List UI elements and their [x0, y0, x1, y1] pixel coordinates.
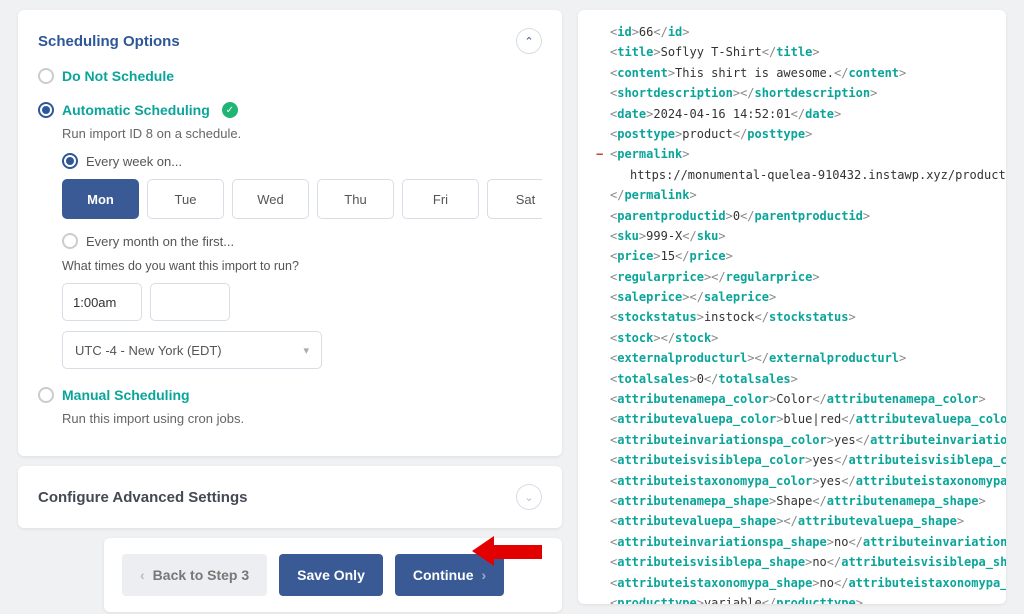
continue-label: Continue [413, 567, 474, 583]
save-only-button[interactable]: Save Only [279, 554, 383, 596]
radio-icon [62, 153, 78, 169]
chevron-down-icon: ▾ [303, 344, 309, 357]
collapse-button[interactable]: ⌃ [516, 28, 542, 54]
day-sat[interactable]: Sat [487, 179, 542, 219]
manual-desc: Run this import using cron jobs. [62, 411, 542, 426]
timezone-value: UTC -4 - New York (EDT) [75, 343, 222, 358]
day-thu[interactable]: Thu [317, 179, 394, 219]
chevron-up-icon: ⌃ [524, 35, 533, 48]
time-input-1[interactable] [62, 283, 142, 321]
chevron-left-icon: ‹ [140, 567, 145, 583]
radio-icon [38, 102, 54, 118]
day-mon[interactable]: Mon [62, 179, 139, 219]
xml-preview: <id>66</id><title>Soflyy T-Shirt</title>… [578, 10, 1006, 604]
radio-icon [62, 233, 78, 249]
day-selector: Mon Tue Wed Thu Fri Sat [62, 179, 542, 219]
every-month-label: Every month on the first... [86, 234, 234, 249]
chevron-right-icon: › [482, 567, 487, 583]
time-input-2[interactable] [150, 283, 230, 321]
day-fri[interactable]: Fri [402, 179, 479, 219]
every-week-label: Every week on... [86, 154, 182, 169]
every-week-option[interactable]: Every week on... [62, 153, 542, 169]
day-tue[interactable]: Tue [147, 179, 224, 219]
timezone-select[interactable]: UTC -4 - New York (EDT) ▾ [62, 331, 322, 369]
save-label: Save Only [297, 567, 365, 583]
automatic-desc: Run import ID 8 on a schedule. [62, 126, 542, 141]
manual-option[interactable]: Manual Scheduling [38, 387, 542, 403]
do-not-schedule-label: Do Not Schedule [62, 68, 174, 84]
checkmark-icon: ✓ [222, 102, 238, 118]
back-button[interactable]: ‹ Back to Step 3 [122, 554, 267, 596]
scheduling-title: Scheduling Options [38, 33, 180, 50]
every-month-option[interactable]: Every month on the first... [62, 233, 542, 249]
back-label: Back to Step 3 [153, 567, 249, 583]
manual-label: Manual Scheduling [62, 387, 190, 403]
radio-icon [38, 68, 54, 84]
time-prompt: What times do you want this import to ru… [62, 259, 542, 273]
automatic-label: Automatic Scheduling [62, 102, 210, 118]
scheduling-options-card: Scheduling Options ⌃ Do Not Schedule Aut… [18, 10, 562, 456]
expand-button[interactable]: ⌄ [516, 484, 542, 510]
advanced-title: Configure Advanced Settings [38, 489, 247, 506]
chevron-down-icon: ⌄ [524, 491, 533, 504]
do-not-schedule-option[interactable]: Do Not Schedule [38, 68, 542, 84]
day-wed[interactable]: Wed [232, 179, 309, 219]
radio-icon [38, 387, 54, 403]
automatic-option[interactable]: Automatic Scheduling ✓ [38, 102, 542, 118]
advanced-settings-card[interactable]: Configure Advanced Settings ⌄ [18, 466, 562, 528]
